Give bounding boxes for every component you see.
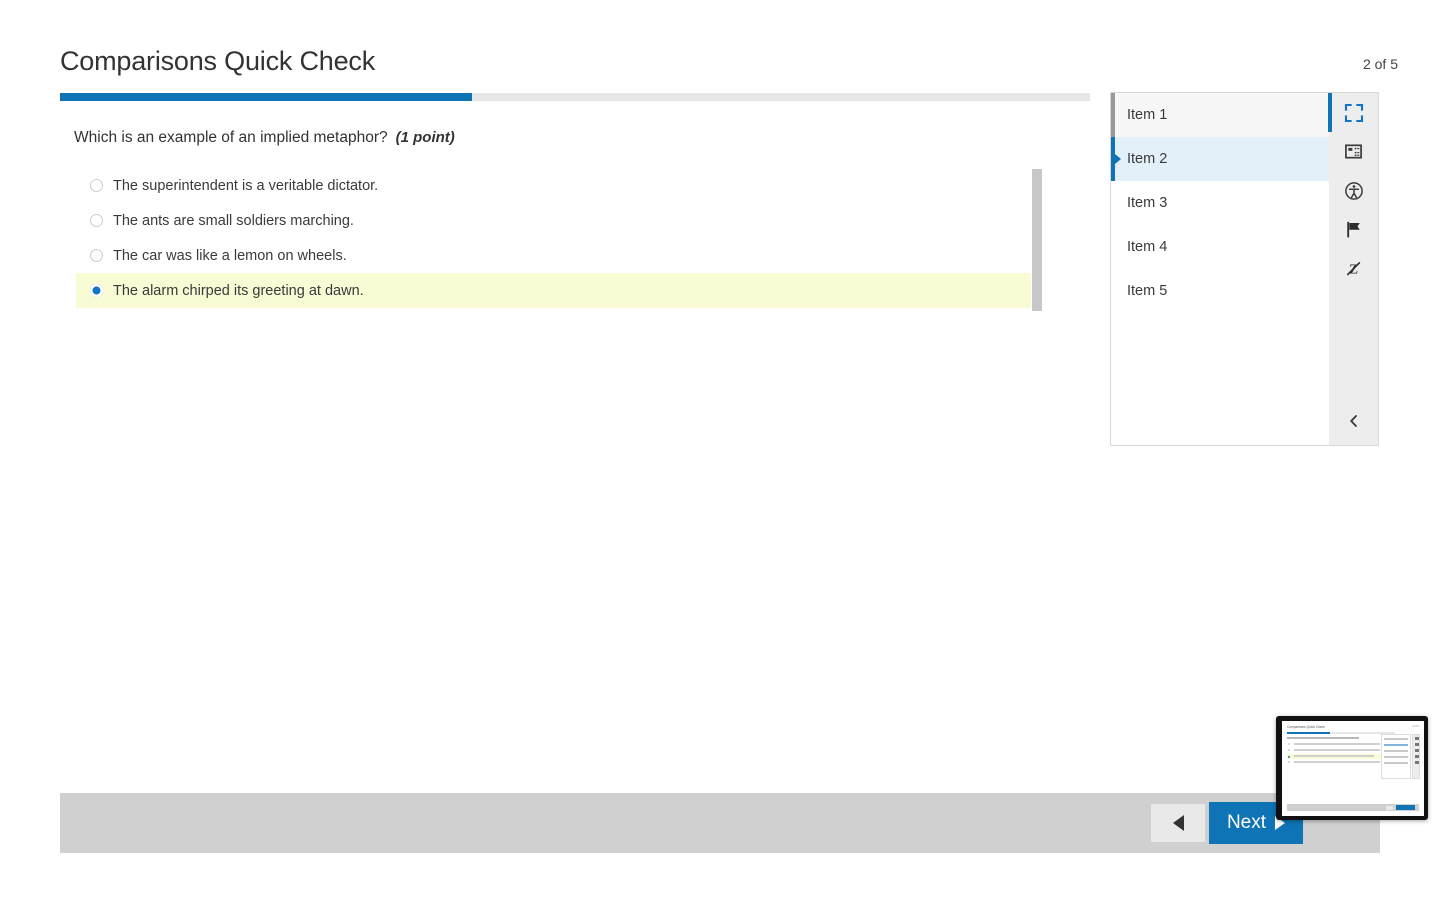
thumbnail-radio <box>1288 749 1290 751</box>
answer-option-4[interactable]: The alarm chirped its greeting at dawn. <box>76 273 1031 308</box>
answer-option-label: The car was like a lemon on wheels. <box>113 247 347 264</box>
thumbnail-option <box>1294 749 1380 751</box>
radio-button[interactable] <box>90 179 103 192</box>
item-nav-label: Item 4 <box>1127 239 1168 255</box>
item-nav-1[interactable]: Item 1 <box>1111 93 1329 137</box>
question-text: Which is an example of an implied metaph… <box>74 129 388 146</box>
chevron-left-icon[interactable] <box>1329 403 1378 439</box>
item-state-indicator <box>1111 93 1115 137</box>
footer-bar: Next <box>60 793 1380 853</box>
thumbnail-title: Comparisons Quick Check <box>1287 725 1325 729</box>
answer-option-label: The alarm chirped its greeting at dawn. <box>113 282 364 299</box>
thumbnail-option-selected <box>1287 753 1395 759</box>
thumbnail-counter: 2 of 5 <box>1412 725 1420 728</box>
answer-option-label: The superintendent is a veritable dictat… <box>113 177 379 194</box>
item-nav-label: Item 5 <box>1127 283 1168 299</box>
triangle-left-icon <box>1172 815 1184 831</box>
screen-preview-thumbnail[interactable]: Comparisons Quick Check 2 of 5 <box>1276 716 1428 820</box>
thumbnail-option <box>1294 761 1380 763</box>
answer-option-1[interactable]: The superintendent is a veritable dictat… <box>76 168 1031 203</box>
page-title: Comparisons Quick Check <box>60 46 376 76</box>
quiz-page: Comparisons Quick Check 2 of 5 Which is … <box>0 0 1440 900</box>
item-nav-4[interactable]: Item 4 <box>1111 225 1329 269</box>
item-navigation-panel: Item 1 Item 2 Item 3 Item 4 Item 5 <box>1110 92 1330 446</box>
thumbnail-progress <box>1287 732 1395 734</box>
item-state-indicator <box>1111 225 1115 269</box>
item-nav-label: Item 3 <box>1127 195 1168 211</box>
item-nav-3[interactable]: Item 3 <box>1111 181 1329 225</box>
item-state-indicator <box>1111 269 1115 313</box>
tool-rail: Z <box>1328 92 1379 446</box>
options-scrollbar-thumb[interactable] <box>1032 169 1042 311</box>
radio-button[interactable] <box>90 249 103 262</box>
thumbnail-tool-rail <box>1412 734 1420 779</box>
current-item-pointer-icon <box>1115 154 1121 164</box>
thumbnail-footer <box>1287 804 1419 811</box>
previous-button[interactable] <box>1151 804 1205 842</box>
item-counter: 2 of 5 <box>1362 56 1398 72</box>
radio-button[interactable] <box>90 284 103 297</box>
screen-preview-content: Comparisons Quick Check 2 of 5 <box>1282 721 1424 816</box>
thumbnail-radio <box>1288 761 1290 763</box>
thumbnail-item-panel <box>1381 734 1411 779</box>
progress-bar <box>60 93 1090 101</box>
radio-button[interactable] <box>90 214 103 227</box>
question-points: (1 point) <box>395 129 455 146</box>
calculator-icon[interactable] <box>1329 132 1378 171</box>
flag-icon[interactable] <box>1329 210 1378 249</box>
item-state-indicator <box>1111 181 1115 225</box>
thumbnail-radio <box>1288 743 1290 745</box>
thumbnail-question <box>1287 737 1359 739</box>
answer-option-2[interactable]: The ants are small soldiers marching. <box>76 203 1031 238</box>
item-nav-2[interactable]: Item 2 <box>1111 137 1329 181</box>
answer-options: The superintendent is a veritable dictat… <box>76 168 1031 308</box>
item-nav-5[interactable]: Item 5 <box>1111 269 1329 313</box>
answer-option-label: The ants are small soldiers marching. <box>113 212 354 229</box>
question-prompt: Which is an example of an implied metaph… <box>74 129 455 147</box>
fullscreen-icon[interactable] <box>1328 93 1378 132</box>
thumbnail-radio-selected <box>1288 755 1290 758</box>
next-button-label: Next <box>1226 812 1267 833</box>
item-nav-label: Item 2 <box>1127 151 1168 167</box>
accessibility-icon[interactable] <box>1329 171 1378 210</box>
item-nav-label: Item 1 <box>1127 107 1168 123</box>
thumbnail-option <box>1294 743 1380 745</box>
progress-bar-fill <box>60 93 472 101</box>
eliminate-choice-icon[interactable]: Z <box>1329 249 1378 288</box>
answer-option-3[interactable]: The car was like a lemon on wheels. <box>76 238 1031 273</box>
